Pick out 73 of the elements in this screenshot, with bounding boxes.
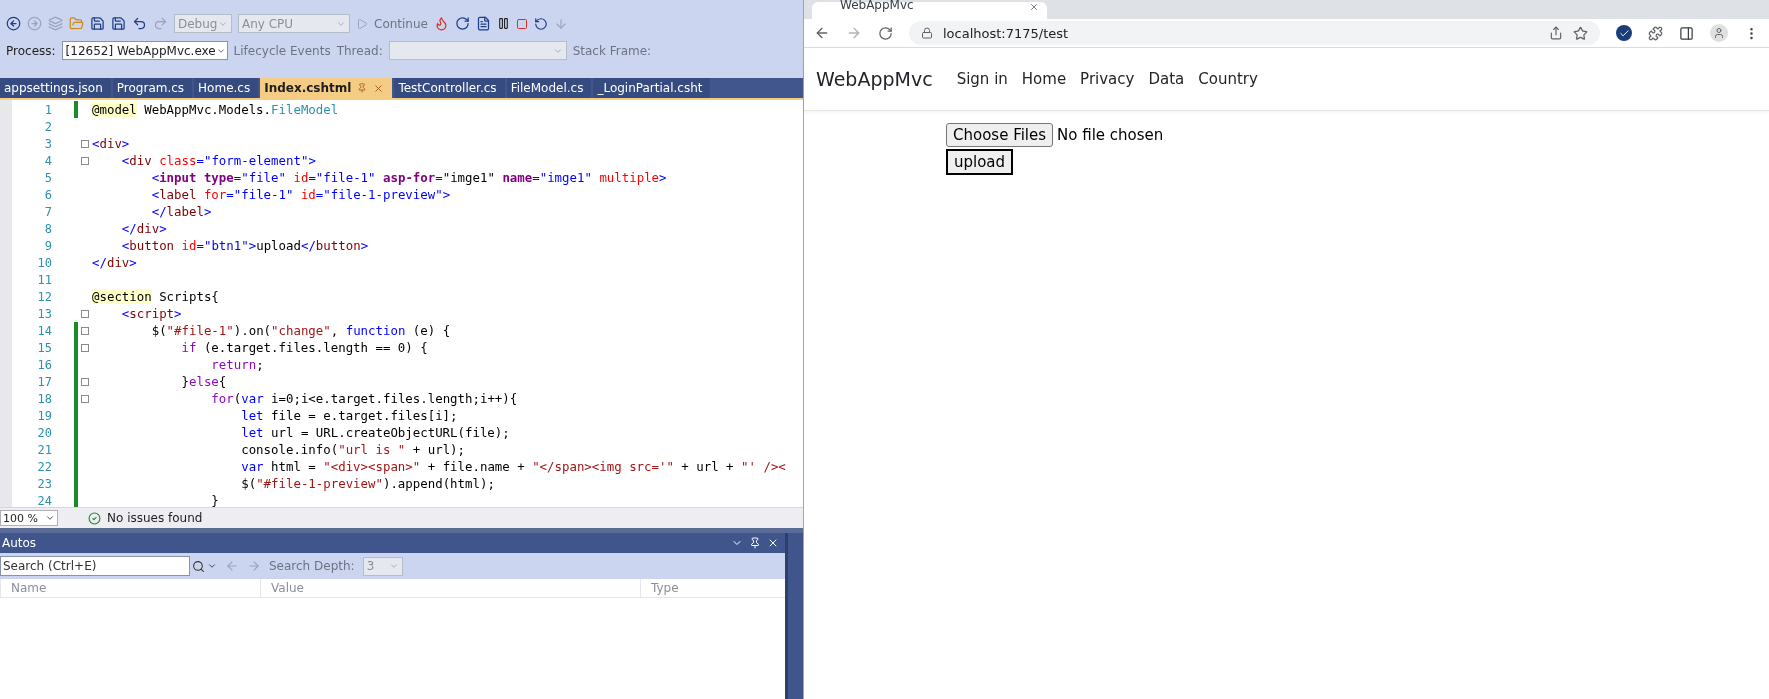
file-status: No file chosen [1057, 126, 1164, 144]
line-number: 9 [43, 238, 52, 253]
line-number: 14 [36, 323, 52, 338]
line-number: 21 [36, 442, 52, 457]
line-number: 5 [43, 170, 52, 185]
line-number: 19 [36, 408, 52, 423]
search-depth-label: Search Depth: [269, 559, 355, 573]
line-number: 2 [43, 119, 52, 134]
browser-tab[interactable]: WebAppMvc [812, 2, 1047, 19]
code-line: }else{ [180, 374, 227, 389]
search-field[interactable]: Search (Ctrl+E) [0, 556, 190, 576]
document-tab[interactable]: Home.cs [194, 78, 259, 98]
code-line: <input type="file" id="file-1" asp-for="imge1" name="imge1" multiple> [150, 170, 667, 185]
document-tab[interactable]: TestController.cs [394, 78, 505, 98]
line-number: 24 [36, 493, 52, 507]
issues-status: No issues found [107, 511, 203, 525]
code-line: </div> [120, 221, 167, 236]
site-brand[interactable]: WebAppMvc [816, 68, 933, 90]
code-line: var html = "<div><span>" + file.name + "</span><img src='" + url + "' />< [240, 459, 786, 474]
line-number: 15 [36, 340, 52, 355]
code-line: @section Scripts{ [92, 289, 219, 304]
panel-title: Autos [2, 536, 37, 550]
code-line: $("#file-1-preview").append(html); [240, 476, 495, 491]
nav-link[interactable]: Privacy [1080, 70, 1135, 88]
line-number: 22 [36, 459, 52, 474]
code-line: </div> [92, 255, 137, 270]
code-line: let file = e.target.files[i]; [240, 408, 458, 423]
code-line: @model WebAppMvc.Models.FileModel [92, 102, 339, 117]
upload-button[interactable]: upload [946, 149, 1014, 175]
line-number: 12 [36, 289, 52, 304]
code-line: <div> [92, 136, 130, 151]
line-number: 3 [43, 136, 52, 151]
nav-link[interactable]: Home [1021, 70, 1067, 88]
document-tab[interactable]: Program.cs [112, 78, 193, 98]
document-tab[interactable]: appsettings.json [0, 78, 111, 98]
choose-files-button[interactable]: Choose Files [946, 123, 1054, 147]
line-number: 17 [36, 374, 52, 389]
code-line: for(var i=0;i<e.target.files.length;i++){ [210, 391, 518, 406]
code-line: $("#file-1").on("change", function (e) { [150, 323, 451, 338]
code-line: <label for="file-1" id="file-1-preview"> [150, 187, 451, 202]
nav-link[interactable]: Data [1148, 70, 1185, 88]
zoom-dropdown[interactable]: 100 % [0, 510, 58, 526]
line-number: 13 [36, 306, 52, 321]
nav-link[interactable]: Sign in [956, 70, 1008, 88]
code-line: <script> [120, 306, 182, 321]
code-line: } [210, 493, 219, 507]
document-tab[interactable]: FileModel.cs [506, 78, 592, 98]
code-line: <div class="form-element"> [120, 153, 316, 168]
process-dropdown[interactable]: [12652] WebAppMvc.exe [61, 41, 228, 60]
stack-frame-label: Stack Frame: [572, 43, 652, 58]
line-number: 20 [36, 425, 52, 440]
thread-label: Thread: [336, 43, 383, 58]
document-tab[interactable]: Index.cshtml [260, 78, 393, 98]
document-tab[interactable]: _LoginPartial.csht [593, 78, 711, 98]
line-number: 8 [43, 221, 52, 236]
nav-link[interactable]: Country [1198, 70, 1258, 88]
line-number: 10 [36, 255, 52, 270]
code-line: if (e.target.files.length == 0) { [180, 340, 428, 355]
line-number: 7 [43, 204, 52, 219]
line-number: 6 [43, 187, 52, 202]
address-bar[interactable]: localhost:7175/test [909, 21, 1600, 45]
code-line: return; [210, 357, 264, 372]
code-line: let url = URL.createObjectURL(file); [240, 425, 510, 440]
code-line: <button id="btn1">upload</button> [120, 238, 369, 253]
line-number: 18 [36, 391, 52, 406]
line-number: 11 [36, 272, 52, 287]
process-label: Process: [6, 43, 56, 58]
line-number: 4 [43, 153, 52, 168]
line-number: 23 [36, 476, 52, 491]
line-number: 16 [36, 357, 52, 372]
code-line: console.info("url is " + url); [240, 442, 465, 457]
code-line: </label> [150, 204, 212, 219]
line-number: 1 [43, 102, 52, 117]
